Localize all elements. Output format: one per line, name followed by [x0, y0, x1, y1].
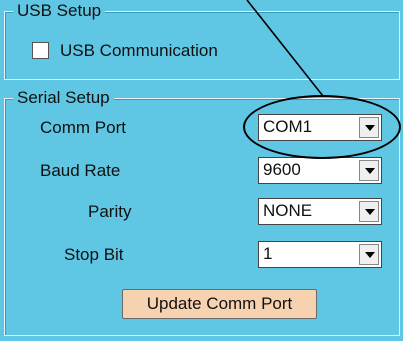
callout-pointer-line [246, 0, 324, 97]
settings-panel: USB Setup USB Communication Serial Setup… [0, 0, 403, 341]
